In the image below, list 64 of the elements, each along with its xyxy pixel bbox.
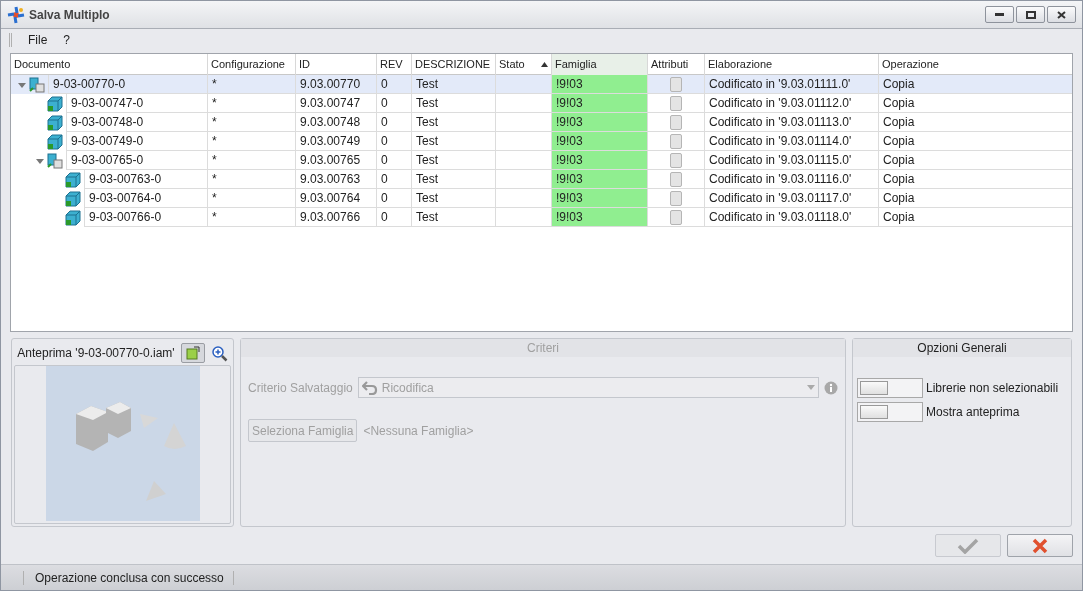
checkmark-icon (957, 537, 979, 554)
checkbox[interactable] (670, 209, 682, 225)
toggle-switch[interactable] (857, 378, 923, 398)
toggle-label: Mostra anteprima (926, 404, 1020, 421)
table-cell: !9!03 (552, 113, 648, 132)
family-value: <Nessuna Famiglia> (363, 422, 474, 440)
table-cell: Copia (879, 208, 1072, 227)
table-cell: !9!03 (552, 208, 648, 227)
status-text: Operazione conclusa con successo (35, 569, 224, 587)
undo-arrow-icon (361, 380, 378, 395)
table-cell: 9.03.00766 (296, 208, 377, 227)
column-header[interactable]: Famiglia (552, 54, 648, 75)
checkbox[interactable] (670, 114, 682, 130)
assembly-icon (47, 152, 63, 169)
table-cell: 0 (377, 208, 412, 227)
fit-view-button[interactable] (180, 343, 205, 363)
assembly-icon (29, 76, 45, 93)
table-cell: !9!03 (552, 151, 648, 170)
table-cell: 9-03-00766-0 (84, 208, 208, 227)
part-icon (65, 190, 81, 207)
minimize-icon (995, 13, 1004, 16)
part-icon (47, 114, 63, 131)
part-icon (65, 209, 81, 226)
table-cell: Codificato in '9.03.01118.0' (705, 208, 879, 227)
preview-title: Anteprima '9-03-00770-0.iam' (17, 345, 175, 362)
table-row[interactable]: 9-03-00770-0 * 9.03.00770 0 Test !9!03 Codificato in '9.03.01111.0' Copia (11, 75, 1072, 94)
table-cell: Test (412, 208, 496, 227)
expand-caret-icon[interactable] (36, 156, 44, 165)
info-icon (824, 380, 838, 395)
expand-caret-icon[interactable] (18, 80, 26, 89)
checkbox[interactable] (670, 133, 682, 149)
checkbox[interactable] (670, 171, 682, 187)
cross-icon (1032, 537, 1048, 554)
checkbox[interactable] (670, 95, 682, 111)
part-icon (47, 133, 63, 150)
close-button[interactable] (1047, 6, 1076, 23)
checkbox[interactable] (670, 76, 682, 92)
app-logo-icon (7, 5, 25, 24)
menu-item[interactable]: ? (57, 31, 77, 49)
cancel-button[interactable] (1007, 534, 1073, 557)
part-icon (47, 95, 63, 112)
window-title: Salva Multiplo (29, 6, 110, 24)
menu-item[interactable]: File (22, 31, 54, 49)
checkbox[interactable] (670, 190, 682, 206)
table-cell: !9!03 (552, 132, 648, 151)
maximize-icon (1025, 10, 1036, 19)
table-cell: * (208, 208, 296, 227)
zoom-in-icon[interactable] (210, 344, 228, 362)
field-label: Criterio Salvataggio (248, 379, 353, 397)
panel-title: Criteri (527, 340, 559, 357)
close-icon (1057, 10, 1066, 19)
table-cell: !9!03 (552, 94, 648, 113)
toggle-label: Librerie non selezionabili (926, 380, 1059, 397)
maximize-button[interactable] (1016, 6, 1045, 23)
part-icon (65, 171, 81, 188)
confirm-button[interactable] (935, 534, 1001, 557)
checkbox[interactable] (670, 152, 682, 168)
table-cell: !9!03 (552, 189, 648, 208)
toggle-switch[interactable] (857, 402, 923, 422)
dropdown-caret-icon (807, 385, 815, 390)
table-cell: !9!03 (552, 75, 648, 94)
minimize-button[interactable] (985, 6, 1014, 23)
table-cell: !9!03 (552, 170, 648, 189)
panel-title: Opzioni Generali (917, 340, 1007, 357)
